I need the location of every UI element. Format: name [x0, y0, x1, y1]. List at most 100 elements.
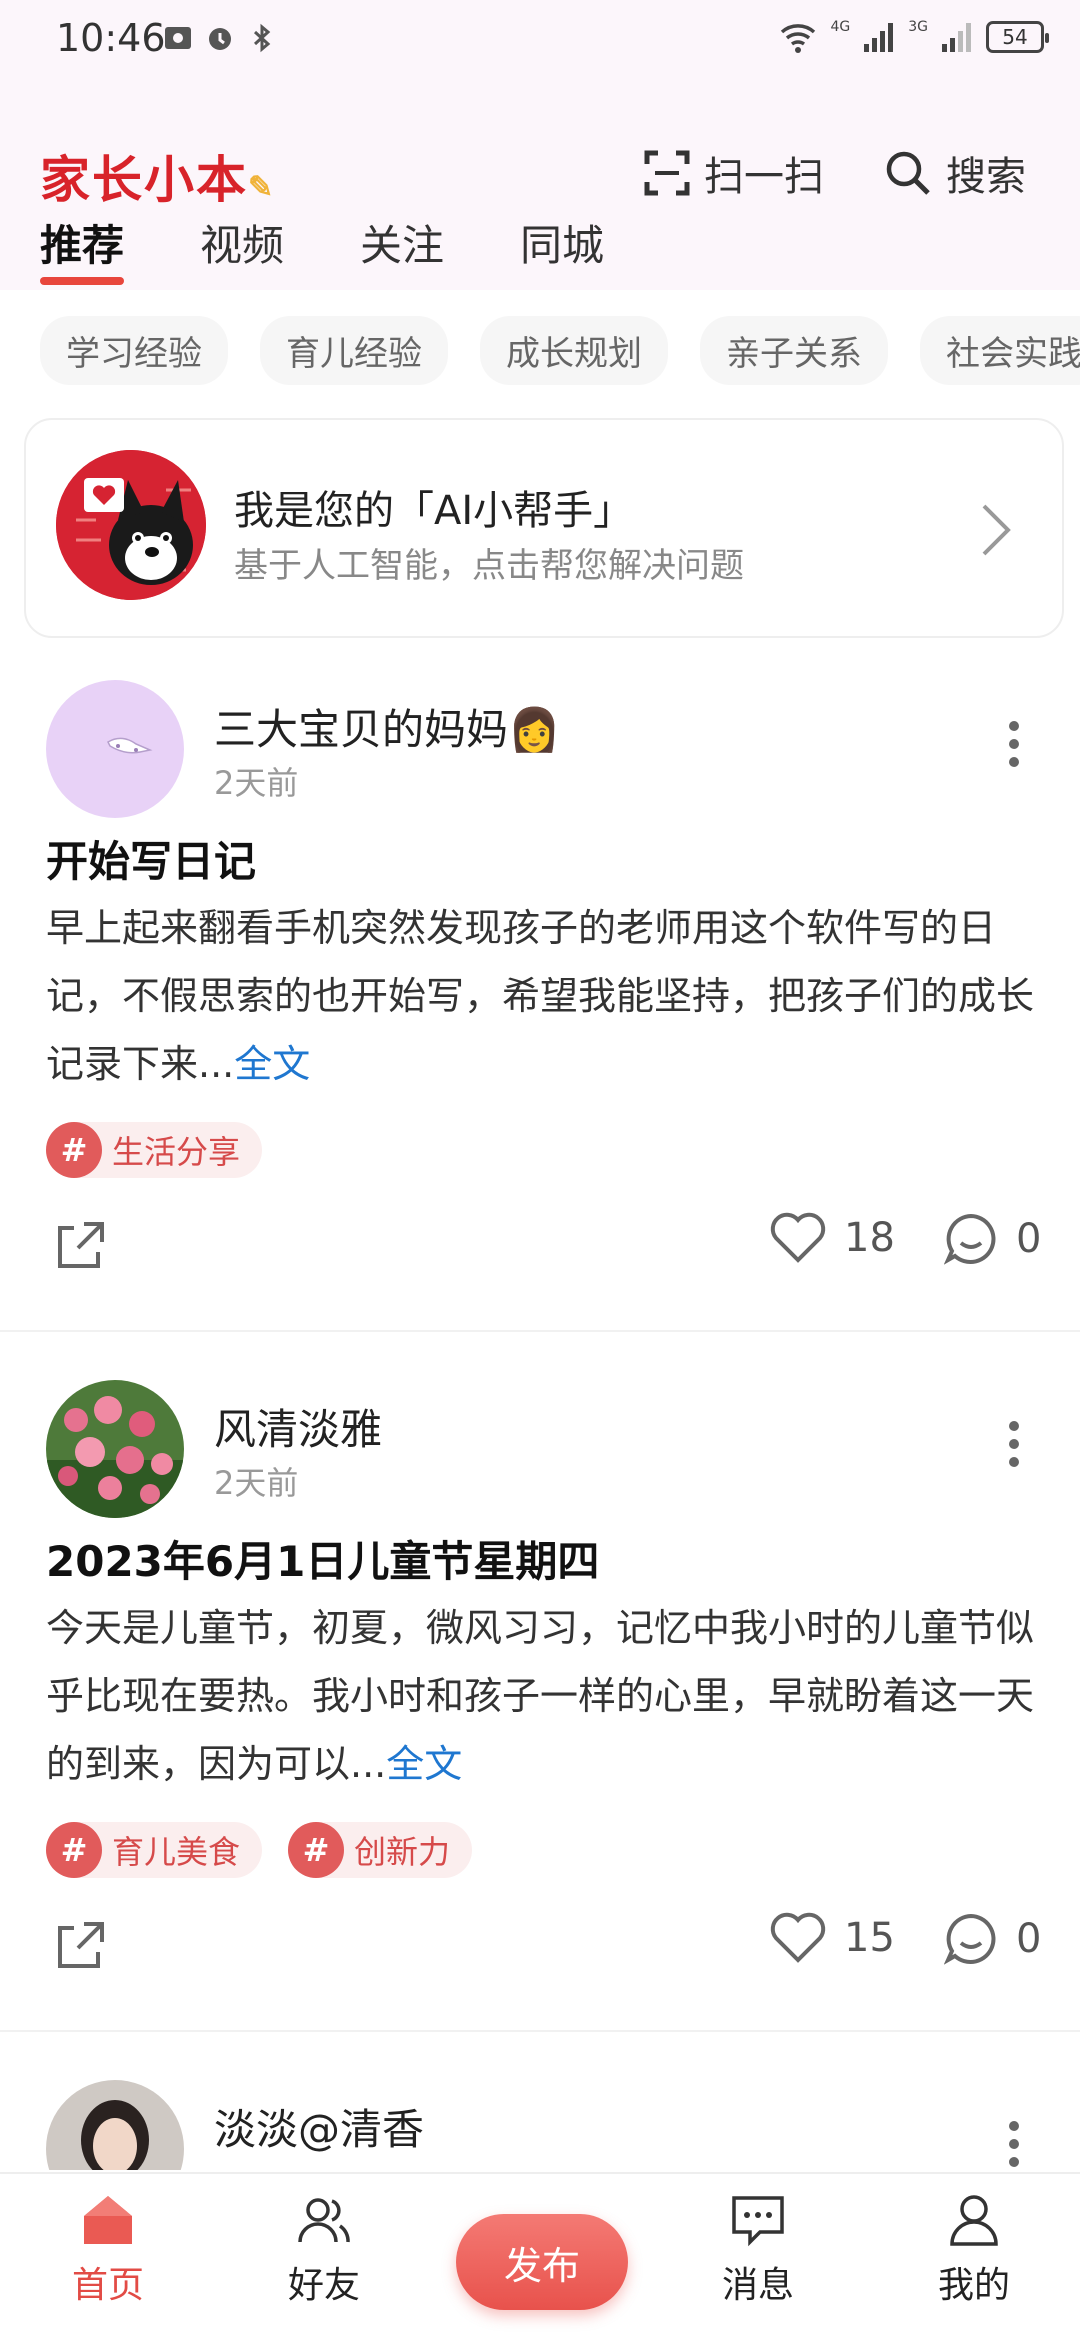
share-icon[interactable]	[54, 1220, 106, 1272]
search-label: 搜索	[946, 154, 1026, 200]
search-icon	[886, 151, 930, 195]
tab-video[interactable]: 视频	[200, 212, 284, 285]
nav-mine[interactable]: 我的	[904, 2192, 1044, 2308]
home-icon	[84, 2196, 132, 2244]
post-body[interactable]: 早上起来翻看手机突然发现孩子的老师用这个软件写的日记，不假思索的也开始写，希望我…	[46, 894, 1036, 1098]
full-text-link[interactable]: 全文	[386, 1742, 462, 1786]
avatar[interactable]	[46, 1380, 184, 1518]
like-button[interactable]: 18	[770, 1212, 895, 1264]
ai-helper-card[interactable]: 我是您的「AI小帮手」 基于人工智能，点击帮您解决问题	[24, 418, 1064, 638]
post-tags: # 育儿美食 # 创新力	[46, 1822, 473, 1878]
app-logo: 家长小本✎	[40, 140, 275, 212]
nav-messages[interactable]: 消息	[688, 2192, 828, 2308]
tag-label: 生活分享	[112, 1133, 241, 1171]
share-icon[interactable]	[54, 1920, 106, 1972]
alarm-icon	[209, 28, 231, 50]
ai-card-subtitle: 基于人工智能，点击帮您解决问题	[234, 546, 744, 586]
pencil-icon: ✎	[248, 170, 276, 205]
nav-home[interactable]: 首页	[38, 2192, 178, 2308]
wifi-icon	[781, 24, 816, 53]
user-icon	[950, 2195, 998, 2246]
scan-icon	[644, 150, 690, 196]
status-time: 10:46	[56, 16, 166, 60]
topic-tag[interactable]: # 创新力	[288, 1822, 473, 1878]
more-options-icon[interactable]	[1008, 2120, 1020, 2168]
signal-icon	[864, 23, 894, 52]
post-title[interactable]: 2023年6月1日儿童节星期四	[46, 1528, 599, 1589]
avatar[interactable]	[46, 2080, 184, 2170]
tag-label: 育儿美食	[112, 1833, 241, 1871]
hashtag-icon: #	[46, 1122, 102, 1178]
hashtag-icon: #	[46, 1822, 102, 1878]
chevron-right-icon	[982, 504, 1011, 556]
like-count: 18	[844, 1215, 895, 1261]
comment-icon	[944, 1913, 996, 1965]
chip-social[interactable]: 社会实践	[920, 316, 1080, 385]
post-body[interactable]: 今天是儿童节，初夏，微风习习，记忆中我小时的儿童节似乎比现在要热。我小时和孩子一…	[46, 1594, 1036, 1798]
post-title[interactable]: 开始写日记	[46, 828, 256, 889]
full-text-link[interactable]: 全文	[234, 1042, 310, 1086]
ai-card-title: 我是您的「AI小帮手」	[234, 488, 634, 534]
post-time: 2天前	[214, 764, 299, 802]
post-card[interactable]: 三大宝贝的妈妈👩 2天前 开始写日记 早上起来翻看手机突然发现孩子的老师用这个软…	[0, 660, 1080, 1332]
search-button[interactable]: 搜索	[884, 144, 1026, 202]
app-header: 家长小本✎ 扫一扫 搜索	[0, 130, 1080, 220]
author-name[interactable]: 三大宝贝的妈妈👩	[214, 696, 560, 757]
scan-button[interactable]: 扫一扫	[644, 144, 824, 202]
chip-study[interactable]: 学习经验	[40, 316, 228, 385]
post-body-text: 早上起来翻看手机突然发现孩子的老师用这个软件写的日记，不假思索的也开始写，希望我…	[46, 906, 1035, 1086]
network-4g-label: 4G	[830, 19, 851, 35]
author-name[interactable]: 淡淡@清香	[214, 2096, 424, 2157]
tab-nearby[interactable]: 同城	[520, 212, 604, 285]
avatar[interactable]	[46, 680, 184, 818]
comment-button[interactable]: 0	[944, 1912, 1041, 1966]
comment-count: 0	[1016, 1916, 1042, 1962]
more-options-icon[interactable]	[1008, 720, 1020, 768]
message-icon	[732, 2196, 784, 2247]
nav-messages-label: 消息	[721, 2265, 794, 2306]
bluetooth-icon	[253, 23, 271, 53]
topic-tag[interactable]: # 生活分享	[46, 1122, 263, 1178]
hashtag-icon: #	[288, 1822, 345, 1878]
status-icons-right: 4G 3G 54	[778, 19, 1049, 54]
publish-button[interactable]: 发布	[456, 2214, 628, 2310]
post-body-text: 今天是儿童节，初夏，微风习习，记忆中我小时的儿童节似乎比现在要热。我小时和孩子一…	[46, 1606, 1035, 1786]
signal-icon-2	[942, 23, 971, 52]
logo-text: 家长小本	[40, 150, 248, 209]
friends-icon	[298, 2198, 350, 2243]
notification-icon	[165, 27, 191, 49]
robot-dog-icon	[56, 450, 206, 600]
avatar-image	[46, 1380, 184, 1518]
avatar-image	[46, 2080, 184, 2170]
tab-following[interactable]: 关注	[360, 212, 444, 285]
tag-label: 创新力	[354, 1833, 451, 1871]
heart-icon	[770, 1212, 826, 1263]
chip-relationship[interactable]: 亲子关系	[700, 316, 888, 385]
scan-label: 扫一扫	[704, 154, 824, 200]
comment-button[interactable]: 0	[944, 1212, 1041, 1266]
more-options-icon[interactable]	[1008, 1420, 1020, 1468]
post-card[interactable]: 淡淡@清香	[0, 2060, 1080, 2170]
nav-friends[interactable]: 好友	[254, 2192, 394, 2308]
battery-level: 54	[1002, 25, 1028, 49]
heart-icon	[770, 1912, 826, 1963]
nav-friends-label: 好友	[287, 2265, 360, 2306]
chip-parenting[interactable]: 育儿经验	[260, 316, 448, 385]
post-card[interactable]: 风清淡雅 2天前 2023年6月1日儿童节星期四 今天是儿童节，初夏，微风习习，…	[0, 1360, 1080, 2032]
comment-icon	[944, 1213, 996, 1265]
tab-recommend[interactable]: 推荐	[40, 212, 125, 285]
avatar-image	[46, 680, 184, 818]
battery-icon: 54	[986, 21, 1049, 53]
status-bar: 10:46 4G 3G 54	[0, 0, 1080, 80]
topic-tag[interactable]: # 育儿美食	[46, 1822, 263, 1878]
like-button[interactable]: 15	[770, 1912, 895, 1964]
author-name[interactable]: 风清淡雅	[214, 1396, 382, 1457]
status-icons-left	[162, 22, 278, 54]
category-chips: 学习经验 育儿经验 成长规划 亲子关系 社会实践	[40, 316, 1080, 385]
post-time: 2天前	[214, 1464, 299, 1502]
like-count: 15	[844, 1915, 895, 1961]
comment-count: 0	[1016, 1216, 1042, 1262]
bottom-nav: 首页 好友 发布 消息 我的	[0, 2172, 1080, 2340]
feed-tabs: 推荐 视频 关注 同城	[40, 212, 604, 285]
chip-growth[interactable]: 成长规划	[480, 316, 668, 385]
